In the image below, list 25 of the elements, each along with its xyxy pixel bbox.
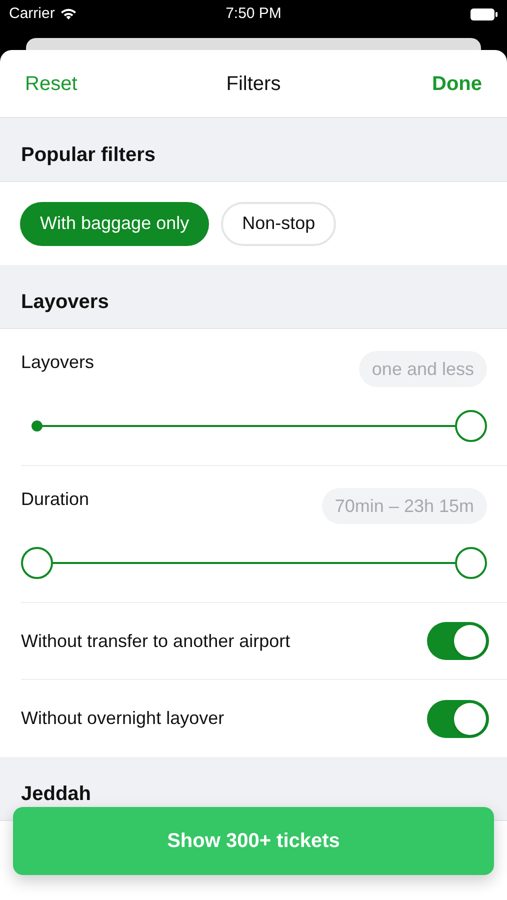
toggle-label: Without transfer to another airport: [21, 630, 290, 653]
done-button[interactable]: Done: [432, 68, 482, 98]
section-header: Layovers: [0, 265, 507, 329]
range-slider[interactable]: [21, 546, 487, 580]
slider-label: Layovers: [21, 351, 94, 374]
value-badge: one and less: [358, 351, 487, 387]
slider-thumb[interactable]: [455, 410, 487, 442]
wifi-icon: [60, 8, 77, 20]
carrier-name: Carrier: [9, 4, 55, 24]
battery-icon: [470, 8, 498, 20]
show-tickets-button[interactable]: Show 300+ tickets: [13, 807, 494, 875]
toggle-switch[interactable]: [427, 622, 489, 660]
value-badge: 70min – 23h 15m: [322, 488, 487, 524]
slider-thumb[interactable]: [21, 547, 53, 579]
toggle-switch[interactable]: [427, 700, 489, 738]
toggle-label: Without overnight layover: [21, 707, 224, 730]
slider-label: Duration: [21, 488, 90, 511]
slider-thumb[interactable]: [32, 420, 42, 432]
sheet-title: Filters: [226, 72, 281, 96]
section-header: Popular filters: [0, 118, 507, 182]
slider-thumb[interactable]: [455, 547, 487, 579]
filter-chip[interactable]: Non-stop: [221, 202, 336, 246]
status-time: 7:50 PM: [226, 4, 282, 24]
reset-button[interactable]: Reset: [25, 68, 78, 98]
filter-chip[interactable]: With baggage only: [20, 202, 210, 246]
